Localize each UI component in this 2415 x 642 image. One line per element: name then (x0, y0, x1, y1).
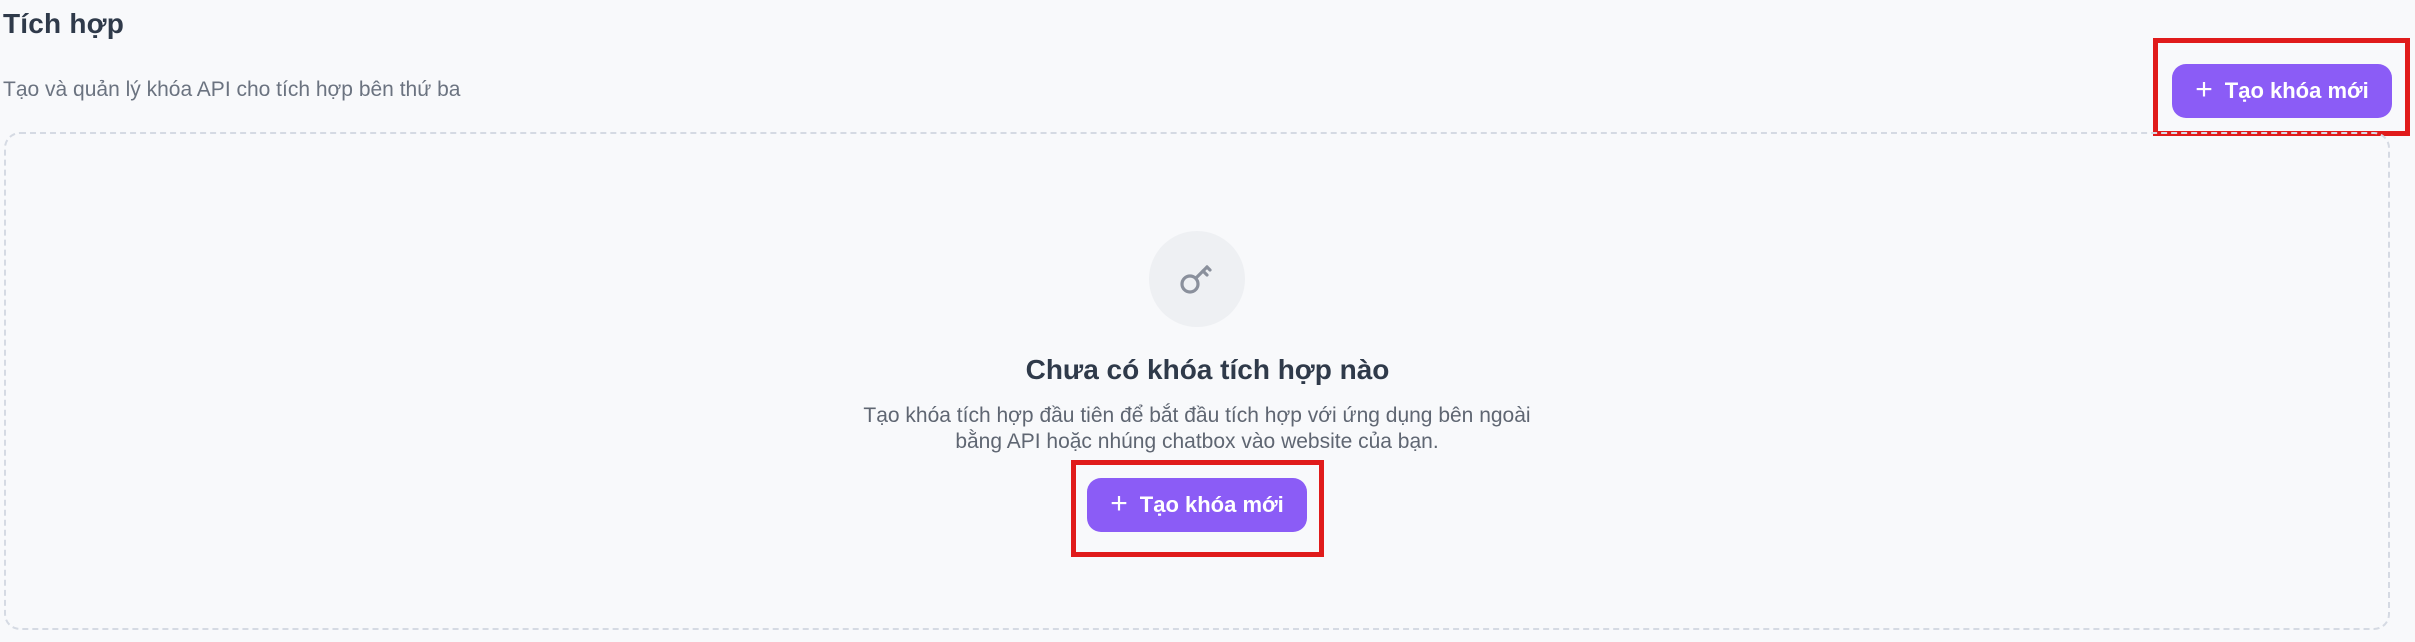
page-title: Tích hợp (3, 8, 125, 39)
plus-icon: + (1110, 486, 1128, 520)
key-icon (1180, 265, 1212, 294)
empty-state-title: Chưa có khóa tích hợp nào (1025, 354, 1390, 385)
create-key-button-empty-state[interactable]: + Tạo khóa mới (1087, 478, 1307, 532)
page-subtitle: Tạo và quản lý khóa API cho tích hợp bên… (3, 78, 461, 101)
create-key-button-label: Tạo khóa mới (2224, 78, 2369, 103)
empty-state-description: Tạo khóa tích hợp đầu tiên để bắt đầu tí… (863, 404, 1531, 453)
key-icon-circle (1149, 231, 1245, 327)
plus-icon: + (2195, 72, 2213, 106)
create-key-button-header[interactable]: + Tạo khóa mới (2172, 64, 2392, 118)
create-key-button-label: Tạo khóa mới (1139, 492, 1284, 517)
